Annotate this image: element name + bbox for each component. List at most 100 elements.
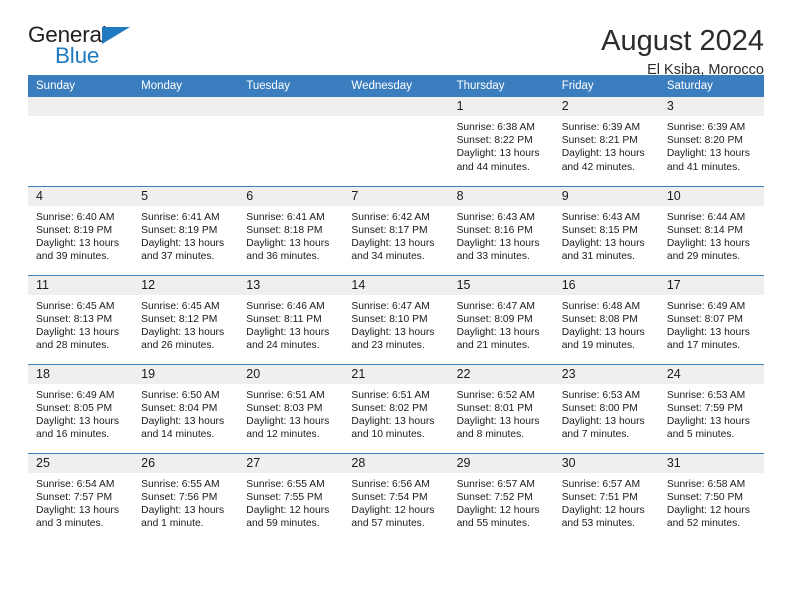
day-details: Sunrise: 6:39 AM Sunset: 8:20 PM Daylight:… (659, 116, 764, 174)
calendar-day-cell[interactable]: 29 Sunrise: 6:57 AM Sunset: 7:52 PM Dayligh… (448, 452, 554, 542)
day-number (343, 97, 449, 116)
day-detail-line: Daylight: 13 hours (36, 415, 119, 427)
calendar-day-cell[interactable]: 3 Sunrise: 6:39 AM Sunset: 8:20 PM Daylight… (658, 97, 764, 186)
calendar-day-cell[interactable]: 18 Sunrise: 6:49 AM Sunset: 8:05 PM Dayligh… (28, 363, 134, 453)
calendar-day-cell[interactable]: 17 Sunrise: 6:49 AM Sunset: 8:07 PM Dayligh… (658, 274, 764, 364)
day-detail-line: Daylight: 12 hours (351, 504, 435, 516)
day-detail-line: Daylight: 13 hours (666, 148, 750, 160)
day-detail-line: Sunrise: 6:45 AM (36, 300, 115, 312)
calendar-day-cell[interactable]: 11 Sunrise: 6:45 AM Sunset: 8:13 PM Dayligh… (28, 274, 134, 364)
calendar-day-cell[interactable]: 5 Sunrise: 6:41 AM Sunset: 8:19 PM Daylight… (133, 185, 239, 275)
day-detail-line: Daylight: 13 hours (36, 504, 119, 516)
day-detail-line: and 52 minutes. (666, 518, 741, 530)
calendar-day-cell[interactable]: 14 Sunrise: 6:47 AM Sunset: 8:10 PM Dayligh… (343, 274, 449, 364)
day-detail-line: Sunrise: 6:48 AM (561, 300, 641, 312)
day-detail-line: and 7 minutes. (561, 429, 630, 441)
day-detail-line: Sunset: 8:02 PM (351, 402, 428, 414)
day-number: 28 (343, 453, 449, 473)
day-number: 18 (28, 364, 134, 384)
day-details: Sunrise: 6:50 AM Sunset: 8:04 PM Daylight:… (133, 384, 238, 442)
day-details: Sunrise: 6:55 AM Sunset: 7:56 PM Daylight:… (133, 473, 238, 531)
day-number: 5 (133, 186, 239, 206)
day-details: Sunrise: 6:51 AM Sunset: 8:03 PM Daylight:… (238, 384, 343, 442)
calendar-day-cell[interactable]: 30 Sunrise: 6:57 AM Sunset: 7:51 PM Dayligh… (553, 452, 659, 542)
day-number: 27 (238, 453, 344, 473)
day-detail-line: Sunrise: 6:39 AM (561, 122, 641, 133)
day-detail-line: and 5 minutes. (666, 429, 735, 441)
calendar-day-cell[interactable]: 27 Sunrise: 6:55 AM Sunset: 7:55 PM Dayligh… (238, 452, 344, 542)
day-detail-line: and 10 minutes. (351, 429, 425, 441)
day-detail-line: Sunset: 7:50 PM (666, 491, 743, 503)
day-detail-line: Sunrise: 6:39 AM (666, 122, 746, 133)
day-number: 19 (133, 364, 239, 384)
day-detail-line: and 59 minutes. (246, 518, 320, 530)
day-detail-line: Sunrise: 6:43 AM (456, 211, 535, 223)
day-detail-line: and 42 minutes. (561, 161, 635, 173)
calendar-day-cell[interactable]: 26 Sunrise: 6:55 AM Sunset: 7:56 PM Dayligh… (133, 452, 239, 542)
day-detail-line: Sunrise: 6:42 AM (351, 211, 430, 223)
calendar-week-row: 25 Sunrise: 6:54 AM Sunset: 7:57 PM Dayligh… (28, 452, 764, 542)
calendar-day-cell[interactable]: 1 Sunrise: 6:38 AM Sunset: 8:22 PM Daylight… (448, 97, 554, 186)
day-detail-line: and 23 minutes. (351, 340, 425, 352)
calendar-page: General Blue August 2024 El Ksiba, Moroc… (0, 0, 792, 612)
calendar-day-cell[interactable]: 10 Sunrise: 6:44 AM Sunset: 8:14 PM Dayligh… (658, 185, 764, 275)
day-number: 4 (28, 186, 134, 206)
calendar-day-cell[interactable]: 16 Sunrise: 6:48 AM Sunset: 8:08 PM Dayligh… (553, 274, 659, 364)
day-details: Sunrise: 6:42 AM Sunset: 8:17 PM Daylight:… (343, 206, 448, 264)
weekday-header-wednesday: Wednesday (343, 75, 449, 97)
day-detail-line: and 29 minutes. (666, 251, 741, 263)
day-details (133, 116, 238, 121)
calendar-day-cell[interactable]: 25 Sunrise: 6:54 AM Sunset: 7:57 PM Dayligh… (28, 452, 134, 542)
calendar-day-cell[interactable]: 24 Sunrise: 6:53 AM Sunset: 7:59 PM Dayligh… (658, 363, 764, 453)
general-blue-logo[interactable]: General Blue (28, 23, 140, 70)
calendar-day-cell[interactable]: 21 Sunrise: 6:51 AM Sunset: 8:02 PM Dayligh… (343, 363, 449, 453)
day-number: 23 (553, 364, 659, 384)
day-detail-line: Sunset: 8:09 PM (456, 313, 533, 325)
day-detail-line: Sunset: 8:18 PM (246, 224, 323, 236)
day-detail-line: Daylight: 13 hours (141, 415, 225, 427)
day-detail-line: Daylight: 13 hours (351, 237, 435, 249)
day-detail-line: Sunset: 8:13 PM (36, 313, 113, 325)
day-detail-line: Sunset: 7:54 PM (351, 491, 428, 503)
calendar-day-cell[interactable]: 7 Sunrise: 6:42 AM Sunset: 8:17 PM Daylight… (343, 185, 449, 275)
calendar-day-cell[interactable]: 20 Sunrise: 6:51 AM Sunset: 8:03 PM Dayligh… (238, 363, 344, 453)
day-detail-line: Sunset: 8:01 PM (456, 402, 533, 414)
calendar-day-cell[interactable]: 23 Sunrise: 6:53 AM Sunset: 8:00 PM Dayligh… (553, 363, 659, 453)
day-detail-line: Sunset: 7:52 PM (456, 491, 533, 503)
calendar-week-row: 18 Sunrise: 6:49 AM Sunset: 8:05 PM Dayligh… (28, 363, 764, 453)
calendar-day-cell[interactable]: 4 Sunrise: 6:40 AM Sunset: 8:19 PM Daylight… (28, 185, 134, 275)
day-details: Sunrise: 6:47 AM Sunset: 8:10 PM Daylight:… (343, 295, 448, 353)
day-details: Sunrise: 6:57 AM Sunset: 7:52 PM Daylight:… (449, 473, 554, 531)
day-number: 8 (448, 186, 554, 206)
day-detail-line: and 44 minutes. (456, 161, 530, 173)
day-details: Sunrise: 6:40 AM Sunset: 8:19 PM Daylight:… (28, 206, 133, 264)
calendar-day-cell[interactable]: 13 Sunrise: 6:46 AM Sunset: 8:11 PM Dayligh… (238, 274, 344, 364)
calendar-day-cell[interactable]: 22 Sunrise: 6:52 AM Sunset: 8:01 PM Dayligh… (448, 363, 554, 453)
day-details (28, 116, 133, 121)
calendar-day-cell[interactable]: 12 Sunrise: 6:45 AM Sunset: 8:12 PM Dayligh… (133, 274, 239, 364)
day-details: Sunrise: 6:45 AM Sunset: 8:13 PM Daylight:… (28, 295, 133, 353)
calendar-day-cell[interactable]: 8 Sunrise: 6:43 AM Sunset: 8:16 PM Daylight… (448, 185, 554, 275)
day-detail-line: Sunrise: 6:55 AM (141, 478, 220, 490)
calendar-table: Sunday Monday Tuesday Wednesday Thursday Frid… (28, 75, 764, 542)
day-details: Sunrise: 6:41 AM Sunset: 8:18 PM Daylight:… (238, 206, 343, 264)
day-number: 30 (553, 453, 659, 473)
calendar-day-cell[interactable]: 28 Sunrise: 6:56 AM Sunset: 7:54 PM Dayligh… (343, 452, 449, 542)
calendar-day-cell[interactable]: 19 Sunrise: 6:50 AM Sunset: 8:04 PM Dayligh… (133, 363, 239, 453)
day-detail-line: and 19 minutes. (561, 340, 635, 352)
day-detail-line: Daylight: 13 hours (351, 326, 435, 338)
day-detail-line: Daylight: 13 hours (246, 415, 330, 427)
day-number: 31 (658, 453, 764, 473)
day-detail-line: Sunset: 8:15 PM (561, 224, 638, 236)
calendar-day-cell[interactable]: 6 Sunrise: 6:41 AM Sunset: 8:18 PM Daylight… (238, 185, 344, 275)
calendar-day-cell[interactable]: 31 Sunrise: 6:58 AM Sunset: 7:50 PM Dayligh… (658, 452, 764, 542)
calendar-day-cell[interactable]: 2 Sunrise: 6:39 AM Sunset: 8:21 PM Daylight… (553, 97, 659, 186)
calendar-day-cell[interactable]: 9 Sunrise: 6:43 AM Sunset: 8:15 PM Daylight… (553, 185, 659, 275)
day-detail-line: Sunset: 8:17 PM (351, 224, 428, 236)
day-detail-line: Sunrise: 6:44 AM (666, 211, 746, 223)
day-detail-line: Sunset: 8:19 PM (141, 224, 218, 236)
calendar-day-cell[interactable]: 15 Sunrise: 6:47 AM Sunset: 8:09 PM Dayligh… (448, 274, 554, 364)
day-details: Sunrise: 6:49 AM Sunset: 8:07 PM Daylight:… (659, 295, 764, 353)
day-detail-line: Sunrise: 6:47 AM (351, 300, 430, 312)
day-detail-line: and 3 minutes. (36, 518, 104, 530)
